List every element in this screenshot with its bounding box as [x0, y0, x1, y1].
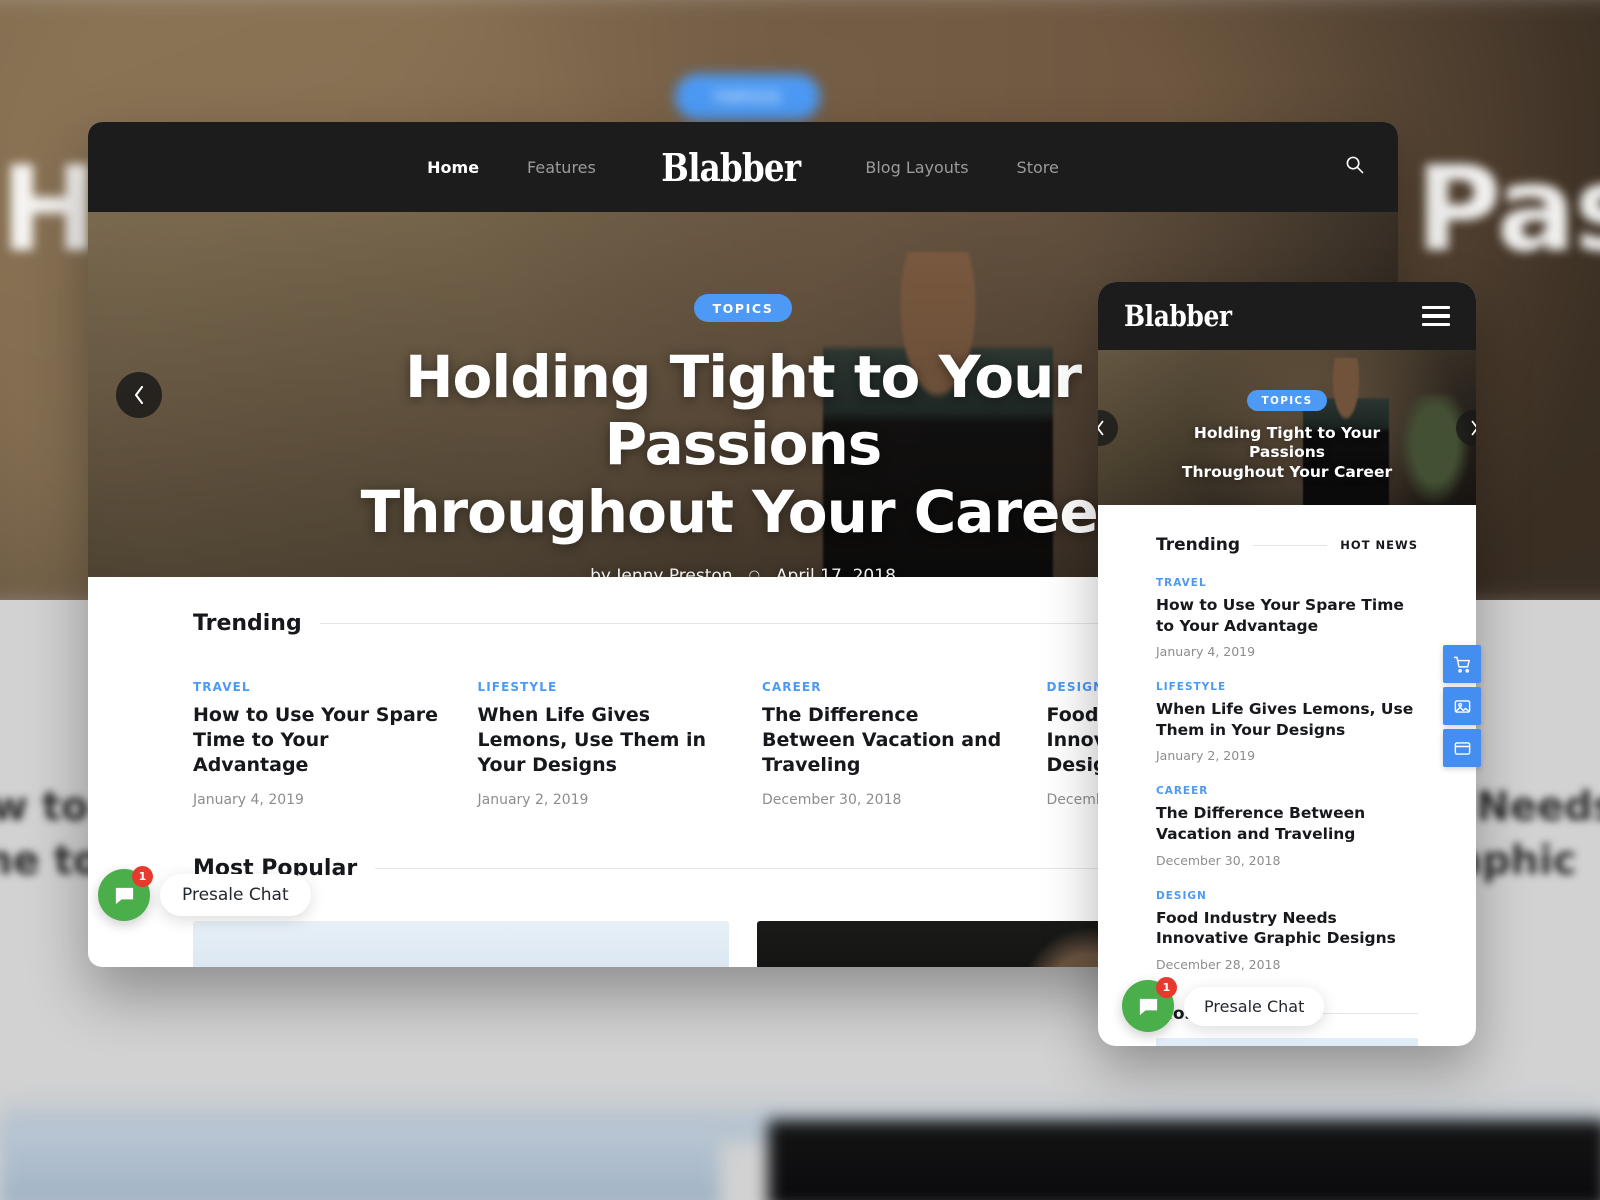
trending-date: December 30, 2018 [762, 792, 902, 809]
mobile-hero-title[interactable]: Holding Tight to Your Passions Throughou… [1167, 424, 1407, 482]
image-icon[interactable] [1443, 687, 1481, 725]
meta-separator-icon: ○ [748, 568, 760, 577]
mobile-trending-title[interactable]: The Difference Between Vacation and Trav… [1156, 803, 1418, 844]
search-icon[interactable] [1345, 155, 1364, 179]
background-image-bottom-left [0, 1128, 720, 1200]
hero-meta: by Jenny Preston ○ April 17, 2018 [590, 566, 896, 577]
presale-chat-widget[interactable]: 1 Presale Chat [98, 866, 311, 921]
nav-item-home[interactable]: Home [403, 158, 503, 177]
trending-date: January 4, 2019 [193, 792, 304, 809]
hero-title-line-2: Throughout Your Career [360, 477, 1127, 546]
mobile-trending-date: January 2, 2019 [1156, 748, 1256, 764]
mobile-hero-category-badge[interactable]: TOPICS [1246, 390, 1328, 411]
hot-news-link[interactable]: HOT NEWS [1340, 538, 1418, 552]
mobile-trending-title[interactable]: Food Industry Needs Innovative Graphic D… [1156, 908, 1418, 949]
most-popular-thumbnail[interactable] [193, 921, 729, 967]
trending-item[interactable]: CAREER The Difference Between Vacation a… [762, 680, 1009, 808]
mobile-hero-title-line-1: Holding Tight to Your Passions [1193, 424, 1381, 462]
nav-item-store[interactable]: Store [993, 158, 1083, 177]
main-navigation: Home Features Blabber Blog Layouts Store [88, 122, 1398, 212]
shopping-cart-icon[interactable] [1443, 645, 1481, 683]
background-image-bottom-right [768, 1120, 1600, 1200]
mobile-chat-unread-badge: 1 [1156, 977, 1177, 998]
trending-category[interactable]: LIFESTYLE [478, 680, 725, 694]
hero-prev-arrow[interactable] [116, 371, 162, 418]
hero-date: April 17, 2018 [775, 565, 896, 577]
trending-item[interactable]: TRAVEL How to Use Your Spare Time to You… [193, 680, 440, 808]
hero-title-line-1: Holding Tight to Your Passions [404, 343, 1082, 479]
mobile-chat-label[interactable]: Presale Chat [1184, 986, 1325, 1026]
mobile-trending-item[interactable]: LIFESTYLE When Life Gives Lemons, Use Th… [1156, 681, 1418, 763]
trending-item[interactable]: LIFESTYLE When Life Gives Lemons, Use Th… [478, 680, 725, 808]
mobile-presale-chat-widget[interactable]: 1 Presale Chat [1122, 977, 1325, 1032]
mobile-trending-category[interactable]: TRAVEL [1156, 577, 1418, 589]
chat-unread-badge: 1 [132, 866, 153, 887]
mobile-trending-heading: Trending [1156, 535, 1241, 555]
mobile-site-logo[interactable]: Blabber [1124, 299, 1232, 333]
mobile-device-mockup: Blabber TOPICS Holding Tight to Your Pas… [1098, 282, 1476, 1046]
mobile-trending-item[interactable]: DESIGN Food Industry Needs Innovative Gr… [1156, 890, 1418, 972]
mobile-trending-category[interactable]: LIFESTYLE [1156, 681, 1418, 693]
mobile-trending-category[interactable]: CAREER [1156, 785, 1418, 797]
mobile-trending-title[interactable]: When Life Gives Lemons, Use Them in Your… [1156, 699, 1418, 740]
nav-item-blog-layouts[interactable]: Blog Layouts [841, 158, 992, 177]
side-action-buttons [1443, 645, 1481, 767]
site-logo[interactable]: Blabber [635, 145, 826, 190]
hamburger-menu-icon[interactable] [1422, 305, 1450, 327]
hero-title[interactable]: Holding Tight to Your Passions Throughou… [293, 343, 1193, 546]
mobile-trending-header: Trending HOT NEWS [1156, 505, 1418, 555]
mobile-trending-date: December 28, 2018 [1156, 956, 1281, 972]
hero-category-badge[interactable]: TOPICS [693, 294, 793, 322]
trending-date: January 2, 2019 [477, 792, 589, 809]
trending-heading: Trending [193, 611, 302, 636]
mobile-trending-title[interactable]: How to Use Your Spare Time to Your Advan… [1156, 595, 1418, 636]
mobile-trending-item[interactable]: CAREER The Difference Between Vacation a… [1156, 785, 1418, 867]
mobile-content-area: Trending HOT NEWS TRAVEL How to Use Your… [1098, 505, 1476, 1046]
hero-author[interactable]: by Jenny Preston [590, 566, 732, 577]
divider [1253, 544, 1328, 546]
mobile-trending-category[interactable]: DESIGN [1156, 890, 1418, 902]
trending-title[interactable]: How to Use Your Spare Time to Your Advan… [193, 703, 440, 778]
mobile-hero-title-line-2: Throughout Your Career [1181, 462, 1393, 481]
trending-category[interactable]: CAREER [762, 680, 1009, 694]
background-topics-badge: TOPICS [675, 74, 820, 120]
trending-title[interactable]: When Life Gives Lemons, Use Them in Your… [478, 703, 725, 778]
nav-item-features[interactable]: Features [503, 158, 620, 177]
browser-window-icon[interactable] [1443, 729, 1481, 767]
mobile-trending-date: December 30, 2018 [1156, 852, 1281, 868]
mobile-navigation: Blabber [1098, 282, 1476, 350]
mobile-chat-bubble-icon[interactable]: 1 [1122, 977, 1177, 1032]
trending-category[interactable]: TRAVEL [193, 680, 440, 694]
mobile-trending-date: January 4, 2019 [1156, 644, 1256, 660]
mobile-hero-slider: TOPICS Holding Tight to Your Passions Th… [1098, 350, 1476, 505]
chat-label[interactable]: Presale Chat [160, 874, 311, 916]
mobile-trending-item[interactable]: TRAVEL How to Use Your Spare Time to You… [1156, 577, 1418, 659]
mobile-most-popular-thumbnail[interactable] [1156, 1037, 1418, 1046]
chat-bubble-icon[interactable]: 1 [98, 866, 153, 921]
trending-title[interactable]: The Difference Between Vacation and Trav… [762, 703, 1009, 778]
